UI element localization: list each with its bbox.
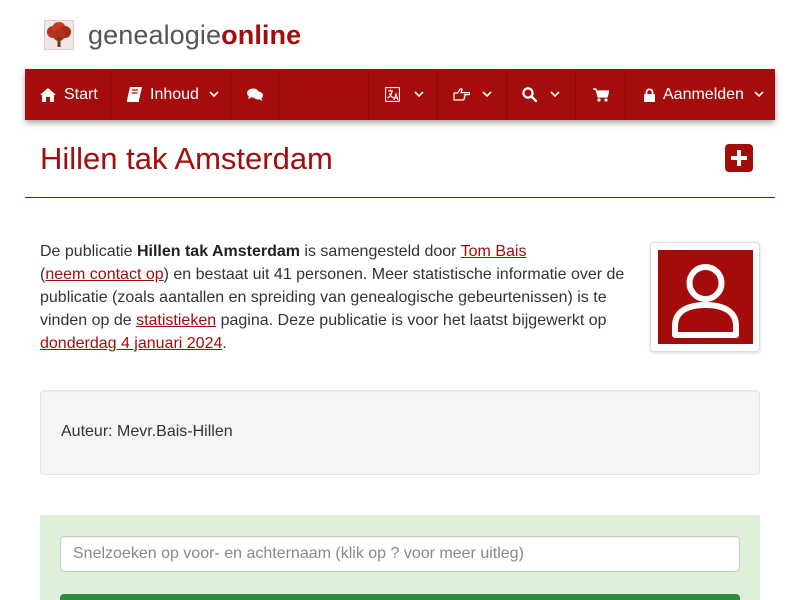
date-link[interactable]: donderdag 4 januari 2024 <box>40 335 222 352</box>
publication-intro: De publicatie Hillen tak Amsterdam is sa… <box>40 240 640 355</box>
nav-aanmelden-label: Aanmelden <box>663 85 744 103</box>
statistics-link[interactable]: statistieken <box>136 312 216 329</box>
book-icon <box>127 87 142 102</box>
nav-search[interactable] <box>507 69 576 120</box>
author-avatar[interactable] <box>650 242 760 352</box>
author-text: Auteur: Mevr.Bais-Hillen <box>61 423 233 440</box>
lock-icon <box>644 87 655 102</box>
intro-text: . <box>222 335 227 352</box>
chevron-down-icon <box>482 91 492 98</box>
cart-icon <box>592 87 609 102</box>
nav-inhoud-label: Inhoud <box>150 85 199 103</box>
user-icon <box>672 264 739 338</box>
page-header: Hillen tak Amsterdam <box>25 140 775 198</box>
nav-aanmelden[interactable]: Aanmelden <box>626 69 775 120</box>
comments-icon <box>246 88 263 101</box>
intro-text: is samengesteld door <box>299 243 461 260</box>
publication-name: Hillen tak Amsterdam <box>136 243 300 260</box>
avatar-background <box>658 250 753 344</box>
chevron-down-icon <box>414 91 424 98</box>
nav-forum[interactable] <box>231 69 279 120</box>
nav-start[interactable]: Start <box>25 69 111 120</box>
nav-start-label: Start <box>64 85 98 103</box>
main-navbar: Start Inhoud Aanmelden <box>25 69 775 120</box>
author-link[interactable]: Tom Bais <box>461 243 527 260</box>
contact-link[interactable]: neem contact op <box>45 266 163 283</box>
chevron-down-icon <box>550 91 560 98</box>
tree-logo-icon <box>44 20 74 50</box>
brand-part-1: genealogie <box>88 20 222 50</box>
nav-inhoud[interactable]: Inhoud <box>111 69 231 120</box>
plus-icon[interactable] <box>725 144 753 172</box>
chevron-down-icon <box>754 91 764 98</box>
site-logo[interactable]: genealogieonline <box>44 18 301 52</box>
quick-search-panel <box>40 515 760 600</box>
brand-part-2: online <box>221 20 302 50</box>
nav-pointer[interactable] <box>438 69 507 120</box>
search-icon <box>522 87 537 102</box>
intro-text: pagina. Deze publicatie is voor het laat… <box>216 312 607 329</box>
page-title: Hillen tak Amsterdam <box>40 141 333 176</box>
home-icon <box>40 87 56 102</box>
chevron-down-icon <box>209 91 219 98</box>
hand-pointer-icon <box>453 88 470 101</box>
language-icon <box>385 87 400 102</box>
author-panel: Auteur: Mevr.Bais-Hillen <box>40 390 760 475</box>
search-submit-button[interactable] <box>60 594 740 600</box>
nav-language[interactable] <box>369 69 438 120</box>
quick-search-input[interactable] <box>60 536 740 572</box>
nav-shop[interactable] <box>576 69 626 120</box>
brand-name: genealogieonline <box>88 18 301 52</box>
nav-spacer <box>279 69 369 120</box>
intro-text: De publicatie <box>40 243 137 260</box>
